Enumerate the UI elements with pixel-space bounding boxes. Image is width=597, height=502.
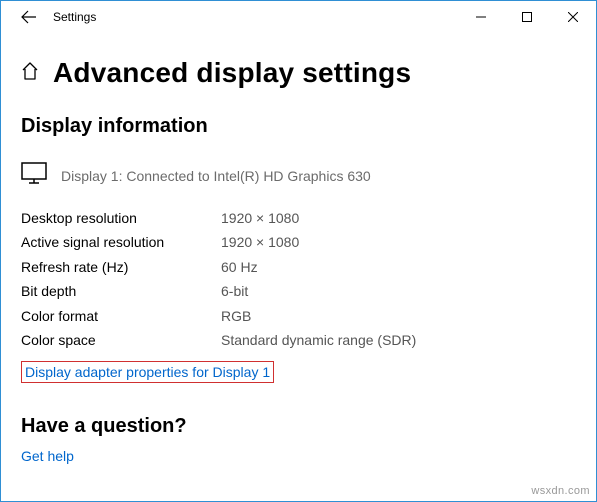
display-connection-text: Display 1: Connected to Intel(R) HD Grap…: [61, 168, 371, 184]
minimize-button[interactable]: [458, 1, 504, 33]
content-area: Advanced display settings Display inform…: [1, 33, 596, 466]
desktop-resolution-row: Desktop resolution 1920 × 1080: [21, 207, 576, 229]
titlebar: Settings: [1, 1, 596, 33]
watermark: wsxdn.com: [531, 485, 590, 497]
active-resolution-value: 1920 × 1080: [221, 231, 299, 253]
question-title: Have a question?: [21, 415, 576, 438]
color-format-value: RGB: [221, 305, 251, 327]
active-resolution-label: Active signal resolution: [21, 231, 221, 253]
desktop-resolution-label: Desktop resolution: [21, 207, 221, 229]
question-section: Have a question? Get help: [21, 415, 576, 466]
page-title: Advanced display settings: [53, 57, 411, 89]
display-adapter-properties-link[interactable]: Display adapter properties for Display 1: [21, 361, 274, 383]
home-icon[interactable]: [21, 62, 39, 85]
color-format-row: Color format RGB: [21, 305, 576, 327]
color-space-row: Color space Standard dynamic range (SDR): [21, 329, 576, 351]
display-connection-row: Display 1: Connected to Intel(R) HD Grap…: [21, 162, 576, 189]
desktop-resolution-value: 1920 × 1080: [221, 207, 299, 229]
close-button[interactable]: [550, 1, 596, 33]
window-controls: [458, 1, 596, 33]
active-resolution-row: Active signal resolution 1920 × 1080: [21, 231, 576, 253]
refresh-rate-value: 60 Hz: [221, 256, 258, 278]
bit-depth-row: Bit depth 6-bit: [21, 280, 576, 302]
color-space-value: Standard dynamic range (SDR): [221, 329, 416, 351]
monitor-icon: [21, 162, 47, 189]
bit-depth-label: Bit depth: [21, 280, 221, 302]
refresh-rate-label: Refresh rate (Hz): [21, 256, 221, 278]
bit-depth-value: 6-bit: [221, 280, 248, 302]
color-format-label: Color format: [21, 305, 221, 327]
color-space-label: Color space: [21, 329, 221, 351]
get-help-link[interactable]: Get help: [21, 448, 74, 464]
window-title: Settings: [53, 10, 96, 24]
page-header: Advanced display settings: [21, 57, 576, 89]
display-info-title: Display information: [21, 115, 576, 138]
back-button[interactable]: [9, 1, 49, 33]
refresh-rate-row: Refresh rate (Hz) 60 Hz: [21, 256, 576, 278]
maximize-button[interactable]: [504, 1, 550, 33]
